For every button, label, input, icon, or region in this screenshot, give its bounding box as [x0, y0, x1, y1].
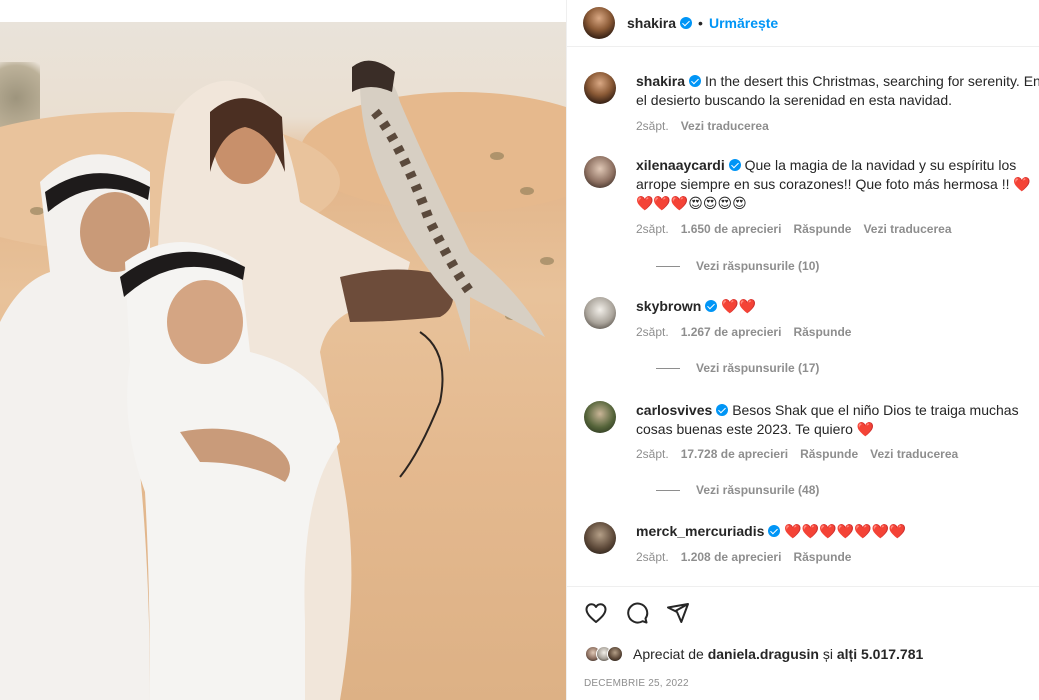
- comment-likes[interactable]: 17.728 de aprecieri: [681, 447, 788, 461]
- comment-meta: 2săpt. 1.208 de aprecieri Răspunde: [636, 550, 851, 564]
- verified-badge-icon: [705, 300, 718, 312]
- view-replies-button[interactable]: Vezi răspunsurile (10): [656, 259, 819, 273]
- reply-button[interactable]: Răspunde: [793, 222, 851, 236]
- comment-body: carlosvives Besos Shak que el niño Dios …: [636, 401, 1039, 439]
- post-side-panel: shakira • Urmărește shakira In the deser…: [566, 0, 1039, 700]
- replies-line: [656, 489, 680, 491]
- post-modal: shakira • Urmărește shakira In the deser…: [0, 0, 1039, 700]
- reply-button[interactable]: Răspunde: [793, 325, 851, 339]
- comment-likes[interactable]: 1.267 de aprecieri: [681, 325, 782, 339]
- comment-body: shakira In the desert this Christmas, se…: [636, 72, 1039, 110]
- share-icon[interactable]: [666, 601, 690, 625]
- commenter-avatar[interactable]: [584, 401, 616, 433]
- comment-meta: 2săpt. 17.728 de aprecieri Răspunde Vezi…: [636, 447, 958, 461]
- comment-time: 2săpt.: [636, 325, 669, 339]
- comment-time: 2săpt.: [636, 119, 669, 133]
- commenter-avatar[interactable]: [584, 156, 616, 188]
- comments-list[interactable]: shakira In the desert this Christmas, se…: [567, 64, 1039, 586]
- comment-time: 2săpt.: [636, 222, 669, 236]
- liked-by-middle: și: [822, 646, 833, 662]
- translate-link[interactable]: Vezi traducerea: [863, 222, 951, 236]
- translate-link[interactable]: Vezi traducerea: [681, 119, 769, 133]
- comment-text: ❤️❤️: [721, 298, 757, 314]
- verified-badge-icon: [728, 159, 741, 171]
- comment-text: ❤️❤️❤️❤️❤️❤️❤️: [784, 523, 907, 539]
- comment-time: 2săpt.: [636, 550, 669, 564]
- people-and-falcon-illustration: [0, 60, 545, 700]
- post-header: shakira • Urmărește: [567, 0, 1039, 47]
- author-avatar[interactable]: [583, 7, 615, 39]
- follow-button[interactable]: Urmărește: [709, 15, 778, 31]
- post-date: DECEMBRIE 25, 2022: [584, 678, 689, 689]
- commenter-avatar[interactable]: [584, 522, 616, 554]
- translate-link[interactable]: Vezi traducerea: [870, 447, 958, 461]
- comment-icon[interactable]: [625, 601, 649, 625]
- comment-body: xilenaaycardi Que la magia de la navidad…: [636, 156, 1039, 213]
- liker-avatar[interactable]: [607, 646, 623, 662]
- verified-badge-icon: [768, 525, 781, 537]
- comment-likes[interactable]: 1.650 de aprecieri: [681, 222, 782, 236]
- commenter-username[interactable]: xilenaaycardi: [636, 157, 725, 173]
- comment-meta: 2săpt. Vezi traducerea: [636, 119, 769, 133]
- replies-line: [656, 265, 680, 267]
- liked-by-prefix: Apreciat de: [633, 646, 704, 662]
- replies-line: [656, 367, 680, 369]
- comment-likes[interactable]: 1.208 de aprecieri: [681, 550, 782, 564]
- commenter-avatar[interactable]: [584, 72, 616, 104]
- comment-meta: 2săpt. 1.650 de aprecieri Răspunde Vezi …: [636, 222, 952, 236]
- liked-by-user[interactable]: daniela.dragusin: [708, 646, 819, 662]
- liked-by-row: Apreciat de daniela.dragusin și alți 5.0…: [585, 646, 923, 662]
- commenter-avatar[interactable]: [584, 297, 616, 329]
- post-photo: [0, 22, 566, 700]
- view-replies-label: Vezi răspunsurile (10): [696, 259, 820, 273]
- view-replies-button[interactable]: Vezi răspunsurile (48): [656, 483, 819, 497]
- commenter-username[interactable]: shakira: [636, 73, 685, 89]
- comment-time: 2săpt.: [636, 447, 669, 461]
- view-replies-label: Vezi răspunsurile (48): [696, 483, 820, 497]
- separator-dot: •: [698, 15, 703, 31]
- comment-meta: 2săpt. 1.267 de aprecieri Răspunde: [636, 325, 851, 339]
- view-replies-label: Vezi răspunsurile (17): [696, 361, 820, 375]
- comment-body: skybrown ❤️❤️: [636, 297, 1039, 316]
- commenter-username[interactable]: merck_mercuriadis: [636, 523, 764, 539]
- view-replies-button[interactable]: Vezi răspunsurile (17): [656, 361, 819, 375]
- verified-badge-icon: [680, 17, 693, 29]
- liked-by-others[interactable]: alți 5.017.781: [837, 646, 923, 662]
- commenter-username[interactable]: carlosvives: [636, 402, 712, 418]
- verified-badge-icon: [689, 75, 702, 87]
- commenter-username[interactable]: skybrown: [636, 298, 701, 314]
- comment-body: merck_mercuriadis ❤️❤️❤️❤️❤️❤️❤️: [636, 522, 1039, 541]
- heart-icon[interactable]: [584, 601, 608, 625]
- verified-badge-icon: [716, 404, 729, 416]
- reply-button[interactable]: Răspunde: [793, 550, 851, 564]
- author-username[interactable]: shakira: [627, 15, 676, 31]
- reply-button[interactable]: Răspunde: [800, 447, 858, 461]
